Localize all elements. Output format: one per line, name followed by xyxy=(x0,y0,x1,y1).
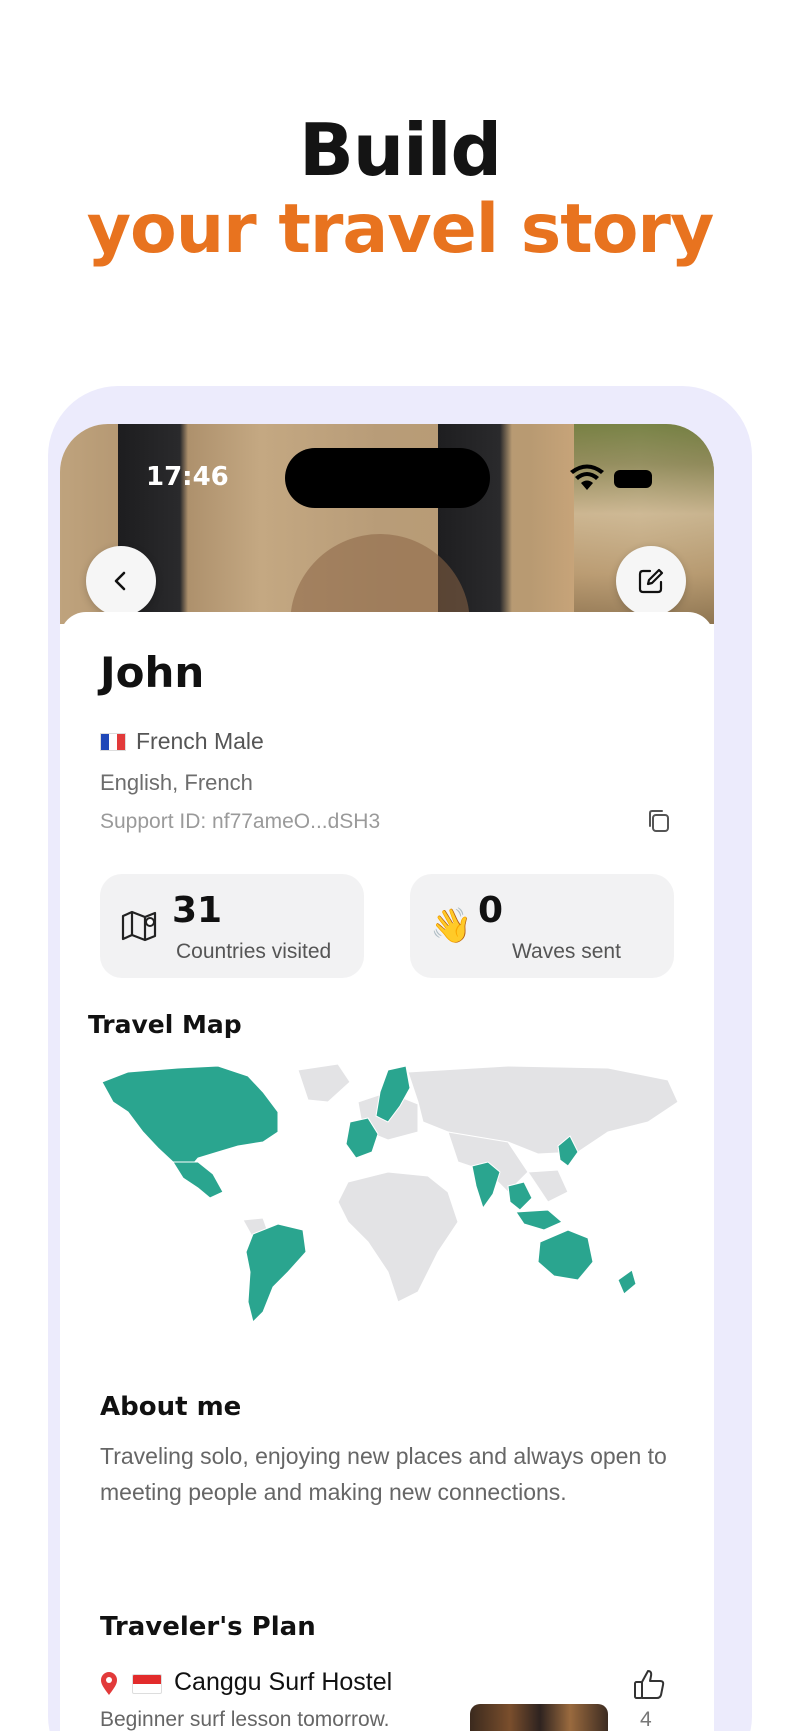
thumbs-up-icon[interactable] xyxy=(632,1668,666,1700)
edit-profile-button[interactable] xyxy=(616,546,686,616)
dynamic-island xyxy=(285,448,490,508)
phone-screen: 17:46 John French Male English, French S… xyxy=(60,424,714,1731)
waves-sent-count: 0 xyxy=(478,890,504,931)
status-time: 17:46 xyxy=(146,462,229,492)
back-button[interactable] xyxy=(86,546,156,616)
france-flag-icon xyxy=(100,733,126,751)
headline: Build your travel story xyxy=(0,110,800,270)
nationality-row: French Male xyxy=(100,728,264,755)
nationality-gender: French Male xyxy=(136,728,264,754)
profile-card: John French Male English, French Support… xyxy=(60,612,714,1731)
headline-line-2: your travel story xyxy=(86,190,715,269)
battery-icon xyxy=(614,470,652,488)
plan-item[interactable]: Canggu Surf Hostel Beginner surf lesson … xyxy=(100,1668,680,1731)
edit-icon xyxy=(638,568,664,594)
location-pin-icon xyxy=(101,1672,117,1695)
map-icon xyxy=(121,910,157,942)
countries-visited-label: Countries visited xyxy=(176,940,332,963)
plan-photo[interactable] xyxy=(470,1704,608,1731)
profile-name: John xyxy=(100,648,205,697)
travel-world-map[interactable] xyxy=(88,1062,688,1352)
travelers-plan-title: Traveler's Plan xyxy=(100,1612,316,1642)
languages: English, French xyxy=(100,770,253,795)
headline-line-1: Build xyxy=(298,108,502,192)
chevron-left-icon xyxy=(114,571,126,591)
plan-description: Beginner surf lesson tomorrow. xyxy=(100,1708,390,1731)
waves-sent-stat[interactable]: 👋 0 Waves sent xyxy=(410,874,674,978)
like-count: 4 xyxy=(640,1708,652,1731)
travel-map-title: Travel Map xyxy=(88,1010,242,1039)
waving-hand-icon: 👋 xyxy=(430,907,473,945)
wifi-icon xyxy=(570,464,604,490)
about-me-text: Traveling solo, enjoying new places and … xyxy=(100,1443,667,1505)
support-id: Support ID: nf77ameO...dSH3 xyxy=(100,810,381,833)
indonesia-flag-icon xyxy=(132,1674,162,1694)
copy-icon[interactable] xyxy=(646,808,672,834)
waves-sent-label: Waves sent xyxy=(512,940,621,963)
status-icons xyxy=(570,464,660,492)
countries-visited-count: 31 xyxy=(172,890,223,931)
plan-place-name: Canggu Surf Hostel xyxy=(174,1668,393,1696)
about-me-title: About me xyxy=(100,1392,242,1422)
countries-visited-stat[interactable]: 31 Countries visited xyxy=(100,874,364,978)
unvisited-regions xyxy=(242,1063,679,1303)
